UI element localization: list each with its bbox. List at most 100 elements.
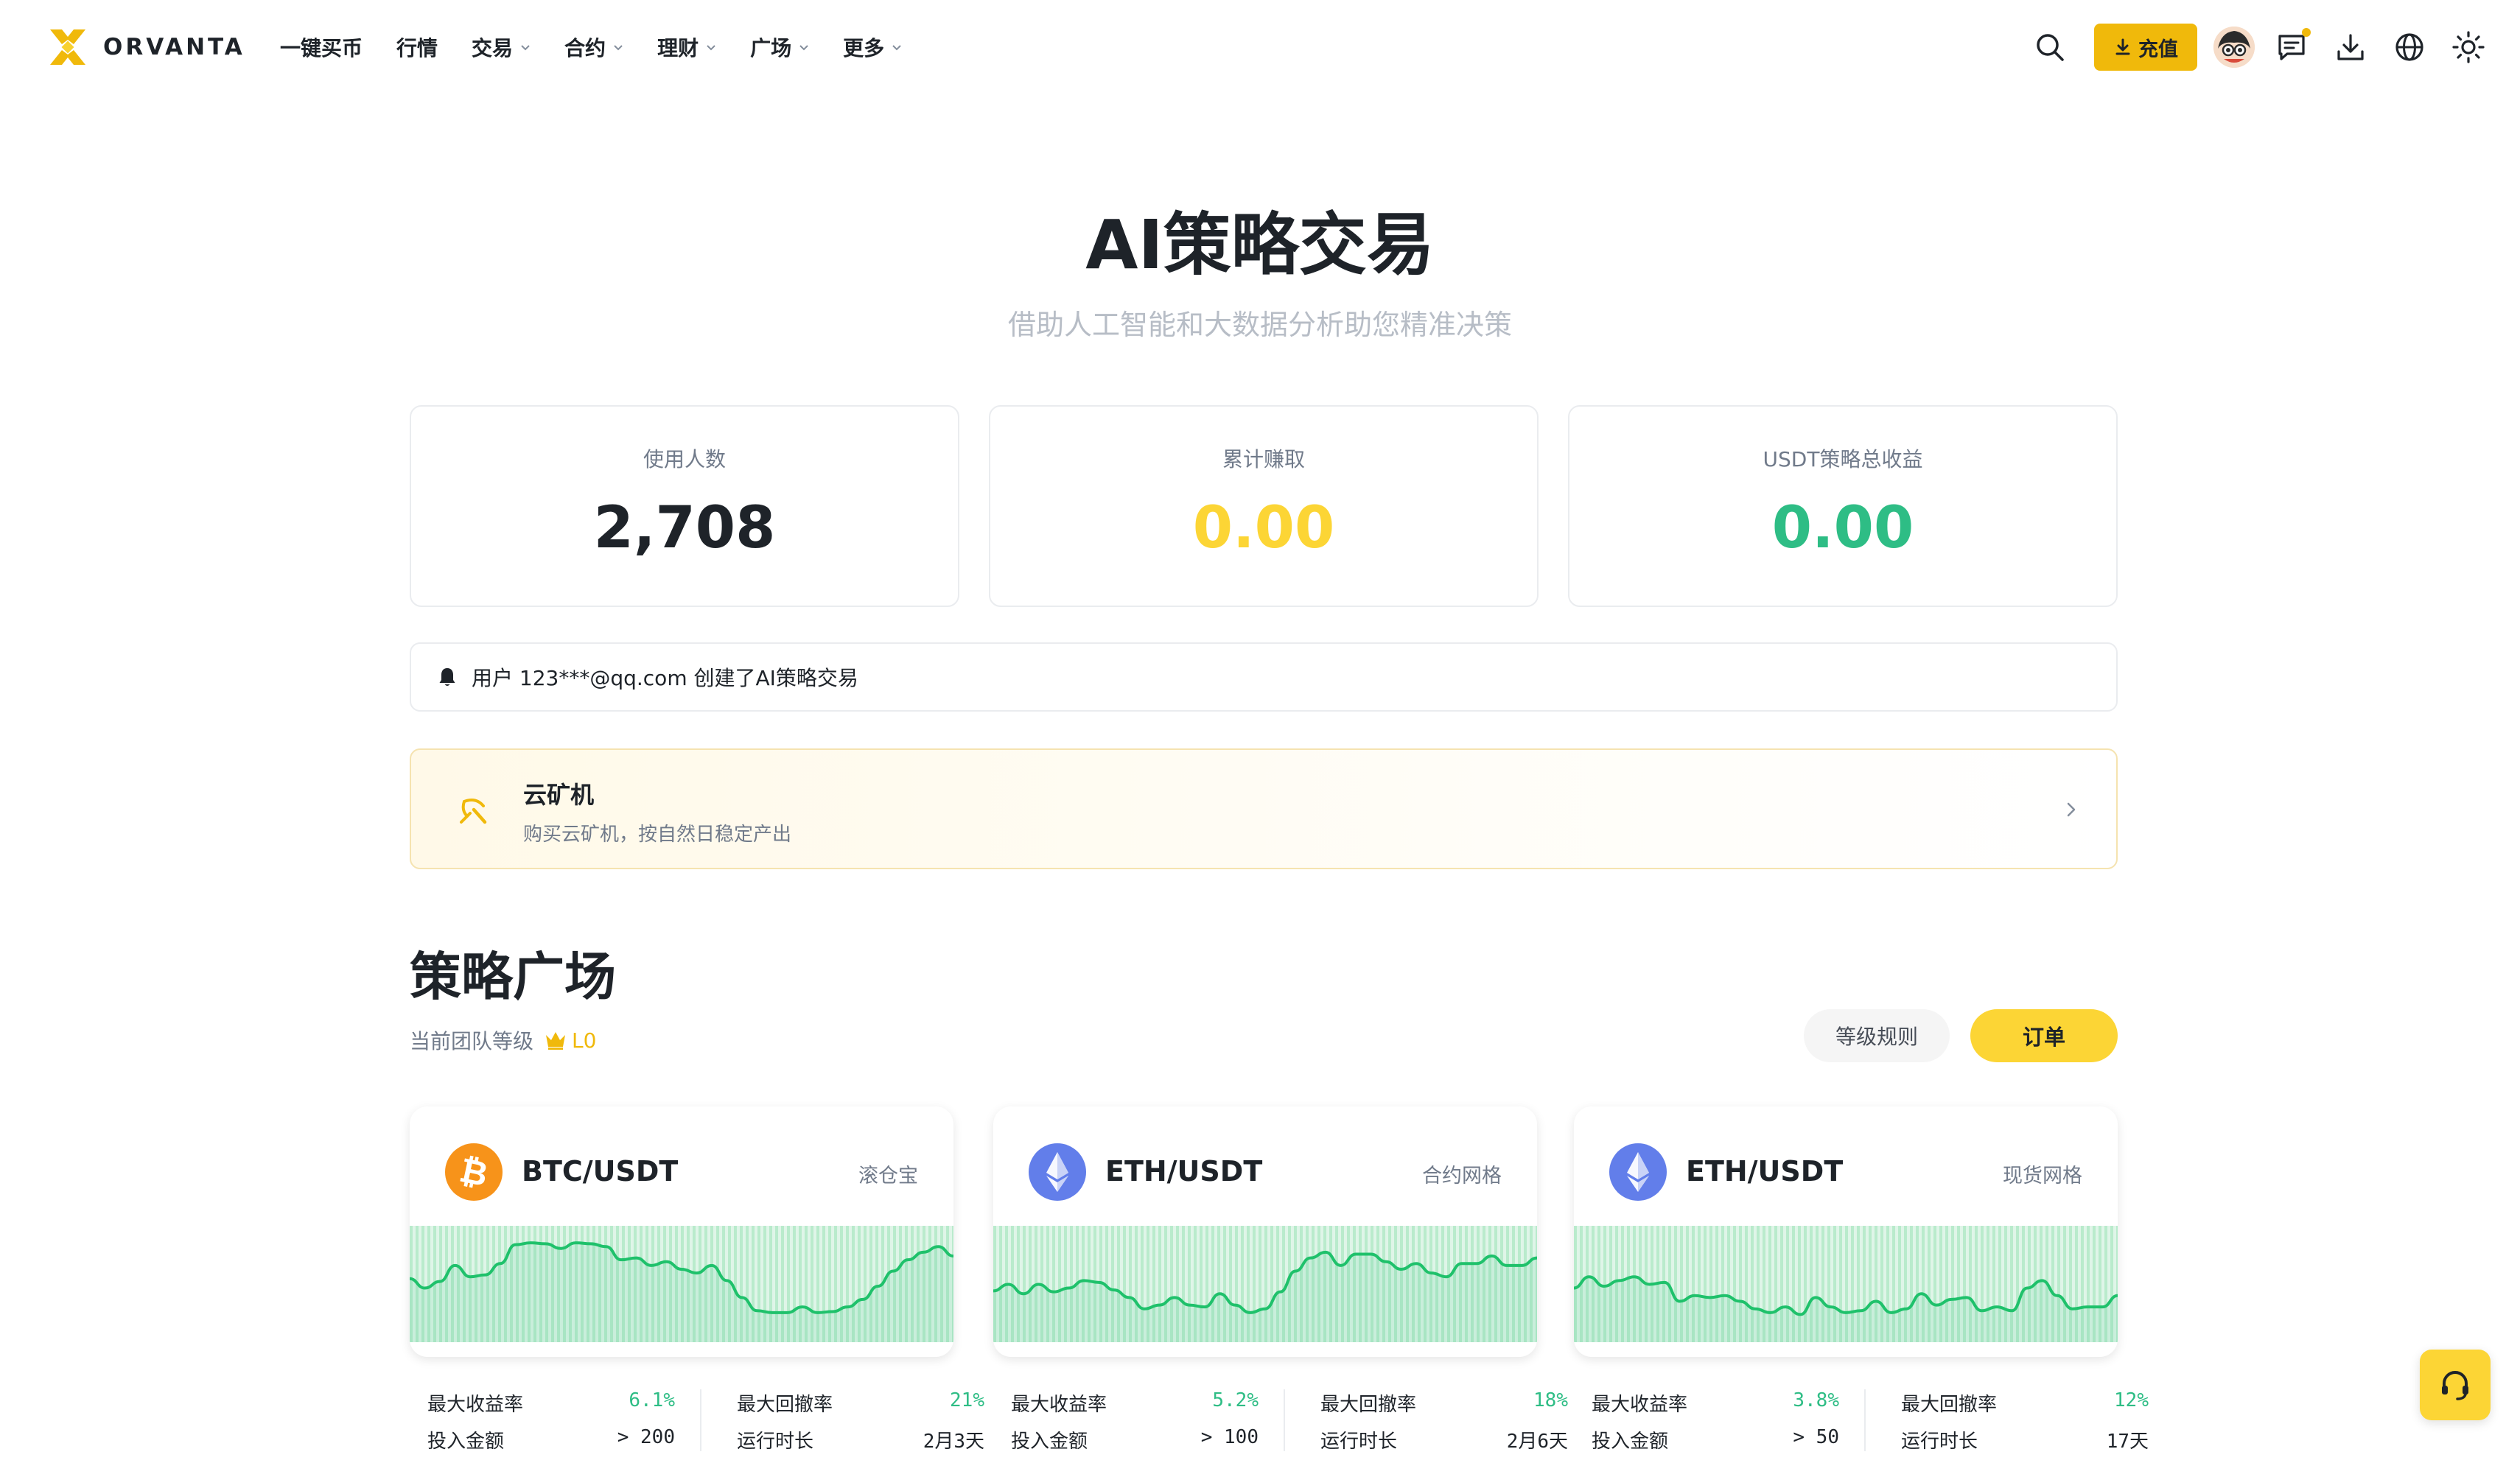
pickaxe-icon: [460, 799, 487, 824]
metric-label: 最大收益率: [1011, 1394, 1107, 1416]
bitcoin-icon: ₿: [445, 1143, 503, 1201]
metric-row: 最大回撤率 12%: [1901, 1389, 2149, 1426]
stat-card-usdt-profit: USDT策略总收益 0.00: [1568, 405, 2118, 607]
nav-item-0[interactable]: 一键买币: [280, 32, 363, 62]
metrics-column: 最大回撤率 18% 运行时长 2月6天: [1320, 1389, 1568, 1463]
customer-support-button[interactable]: [2420, 1350, 2491, 1420]
metric-row: 最大回撤率 18%: [1320, 1389, 1568, 1426]
globe-icon[interactable]: [2392, 29, 2427, 65]
metric-value: 12%: [2114, 1389, 2149, 1411]
strategy-pair: ETH/USDT: [1105, 1155, 1263, 1187]
metric-value: > 100: [1200, 1426, 1259, 1448]
notice-text: 用户 123***@qq.com 创建了AI策略交易: [472, 666, 858, 690]
stat-card-users: 使用人数 2,708: [410, 405, 959, 607]
metric-label: 运行时长: [737, 1431, 814, 1453]
metrics-column: 最大收益率 3.8% 投入金额 > 50: [1592, 1389, 1839, 1463]
nav-item-6[interactable]: 更多: [843, 32, 902, 62]
metric-value: 17天: [2106, 1431, 2149, 1453]
strategy-card[interactable]: ₿ BTC/USDT 滚仓宝: [410, 1106, 953, 1357]
metric-value: 6.1%: [629, 1389, 675, 1411]
level-rules-button[interactable]: 等级规则: [1804, 1009, 1950, 1062]
metrics-divider: [1864, 1389, 1866, 1451]
stat-value: 0.00: [1192, 495, 1335, 561]
metric-label: 投入金额: [1011, 1431, 1088, 1453]
search-icon[interactable]: [2032, 29, 2068, 65]
metric-label: 最大回撤率: [1901, 1394, 1998, 1416]
nav-item-label: 一键买币: [280, 36, 363, 60]
metric-value: 21%: [950, 1389, 984, 1411]
avatar[interactable]: [2213, 27, 2255, 68]
metric-label: 最大回撤率: [1320, 1394, 1417, 1416]
top-navbar: ORVANTA 一键买币 行情 交易 合约 理财 广场 更多 充值: [0, 0, 2520, 94]
stat-card-earned: 累计赚取 0.00: [989, 405, 1539, 607]
metrics-divider: [700, 1389, 701, 1451]
logo-mark-icon: [50, 29, 85, 65]
metric-value: 3.8%: [1793, 1389, 1839, 1411]
bell-icon: [439, 668, 455, 686]
metric-label: 最大收益率: [427, 1394, 524, 1416]
nav-item-3[interactable]: 合约: [564, 32, 623, 62]
metric-row: 运行时长 2月3天: [737, 1426, 984, 1463]
stat-value: 2,708: [593, 495, 776, 561]
metric-label: 投入金额: [1592, 1431, 1669, 1453]
strategy-trend-chart: [993, 1226, 1537, 1342]
nav-item-2[interactable]: 交易: [472, 32, 531, 62]
miner-subtitle: 购买云矿机，按自然日稳定产出: [523, 824, 792, 846]
strategy-pair: ETH/USDT: [1686, 1155, 1844, 1187]
download-arrow-icon: [2115, 38, 2130, 55]
team-level-value: L0: [572, 1028, 597, 1053]
sun-icon[interactable]: [2451, 29, 2486, 65]
section-title: 策略广场: [410, 947, 616, 1007]
metrics-divider: [1284, 1389, 1285, 1451]
nav-item-5[interactable]: 广场: [750, 32, 809, 62]
metrics-column: 最大收益率 6.1% 投入金额 > 200: [427, 1389, 675, 1463]
stat-value: 0.00: [1771, 495, 1914, 561]
metrics-column: 最大回撤率 21% 运行时长 2月3天: [737, 1389, 984, 1463]
metric-row: 投入金额 > 100: [1011, 1426, 1259, 1463]
chevron-right-icon: [2067, 802, 2076, 817]
strategy-card[interactable]: ETH/USDT 合约网格: [993, 1106, 1537, 1357]
metrics-column: 最大收益率 5.2% 投入金额 > 100: [1011, 1389, 1259, 1463]
team-level: 当前团队等级 L0: [410, 1025, 596, 1055]
metric-row: 最大收益率 3.8%: [1592, 1389, 1839, 1426]
metric-value: > 200: [617, 1426, 675, 1448]
deposit-label: 充值: [2138, 38, 2178, 61]
metric-value: > 50: [1793, 1426, 1839, 1448]
strategy-type: 滚仓宝: [858, 1165, 918, 1187]
strategy-pair: BTC/USDT: [522, 1155, 679, 1187]
brand-logo[interactable]: ORVANTA: [47, 27, 245, 68]
activity-notice: 用户 123***@qq.com 创建了AI策略交易: [410, 642, 2118, 712]
metric-value: 2月3天: [923, 1431, 984, 1453]
metric-value: 2月6天: [1506, 1431, 1568, 1453]
headset-icon: [2442, 1371, 2468, 1400]
metric-row: 运行时长 17天: [1901, 1426, 2149, 1463]
chevron-down-icon: [707, 45, 715, 51]
brand-name: ORVANTA: [103, 34, 245, 60]
metric-row: 投入金额 > 50: [1592, 1426, 1839, 1463]
metric-row: 最大收益率 5.2%: [1011, 1389, 1259, 1426]
metric-value: 18%: [1533, 1389, 1568, 1411]
strategy-card[interactable]: ETH/USDT 现货网格: [1574, 1106, 2118, 1357]
page-subtitle: 借助人工智能和大数据分析助您精准决策: [1007, 309, 1512, 341]
metric-label: 运行时长: [1901, 1431, 1978, 1453]
ethereum-icon: [1029, 1143, 1086, 1201]
metrics-column: 最大回撤率 12% 运行时长 17天: [1901, 1389, 2149, 1463]
crown-icon: [546, 1032, 566, 1050]
nav-item-1[interactable]: 行情: [396, 32, 438, 62]
metric-label: 最大收益率: [1592, 1394, 1688, 1416]
metric-row: 最大收益率 6.1%: [427, 1389, 675, 1426]
strategy-type: 现货网格: [2003, 1165, 2082, 1187]
nav-item-4[interactable]: 理财: [657, 32, 716, 62]
deposit-button[interactable]: 充值: [2094, 24, 2197, 71]
nav-item-label: 广场: [750, 36, 792, 60]
chevron-down-icon: [799, 45, 808, 51]
strategy-type: 合约网格: [1422, 1165, 1502, 1187]
metric-label: 运行时长: [1320, 1431, 1398, 1453]
orders-button[interactable]: 订单: [1970, 1009, 2118, 1062]
nav-item-label: 交易: [472, 36, 514, 60]
download-icon[interactable]: [2333, 29, 2368, 65]
chevron-down-icon: [892, 45, 901, 51]
cloud-miner-banner[interactable]: 云矿机 购买云矿机，按自然日稳定产出: [410, 748, 2118, 869]
main-menu: 一键买币 行情 交易 合约 理财 广场 更多: [280, 0, 936, 94]
strategy-trend-chart: [410, 1226, 953, 1342]
